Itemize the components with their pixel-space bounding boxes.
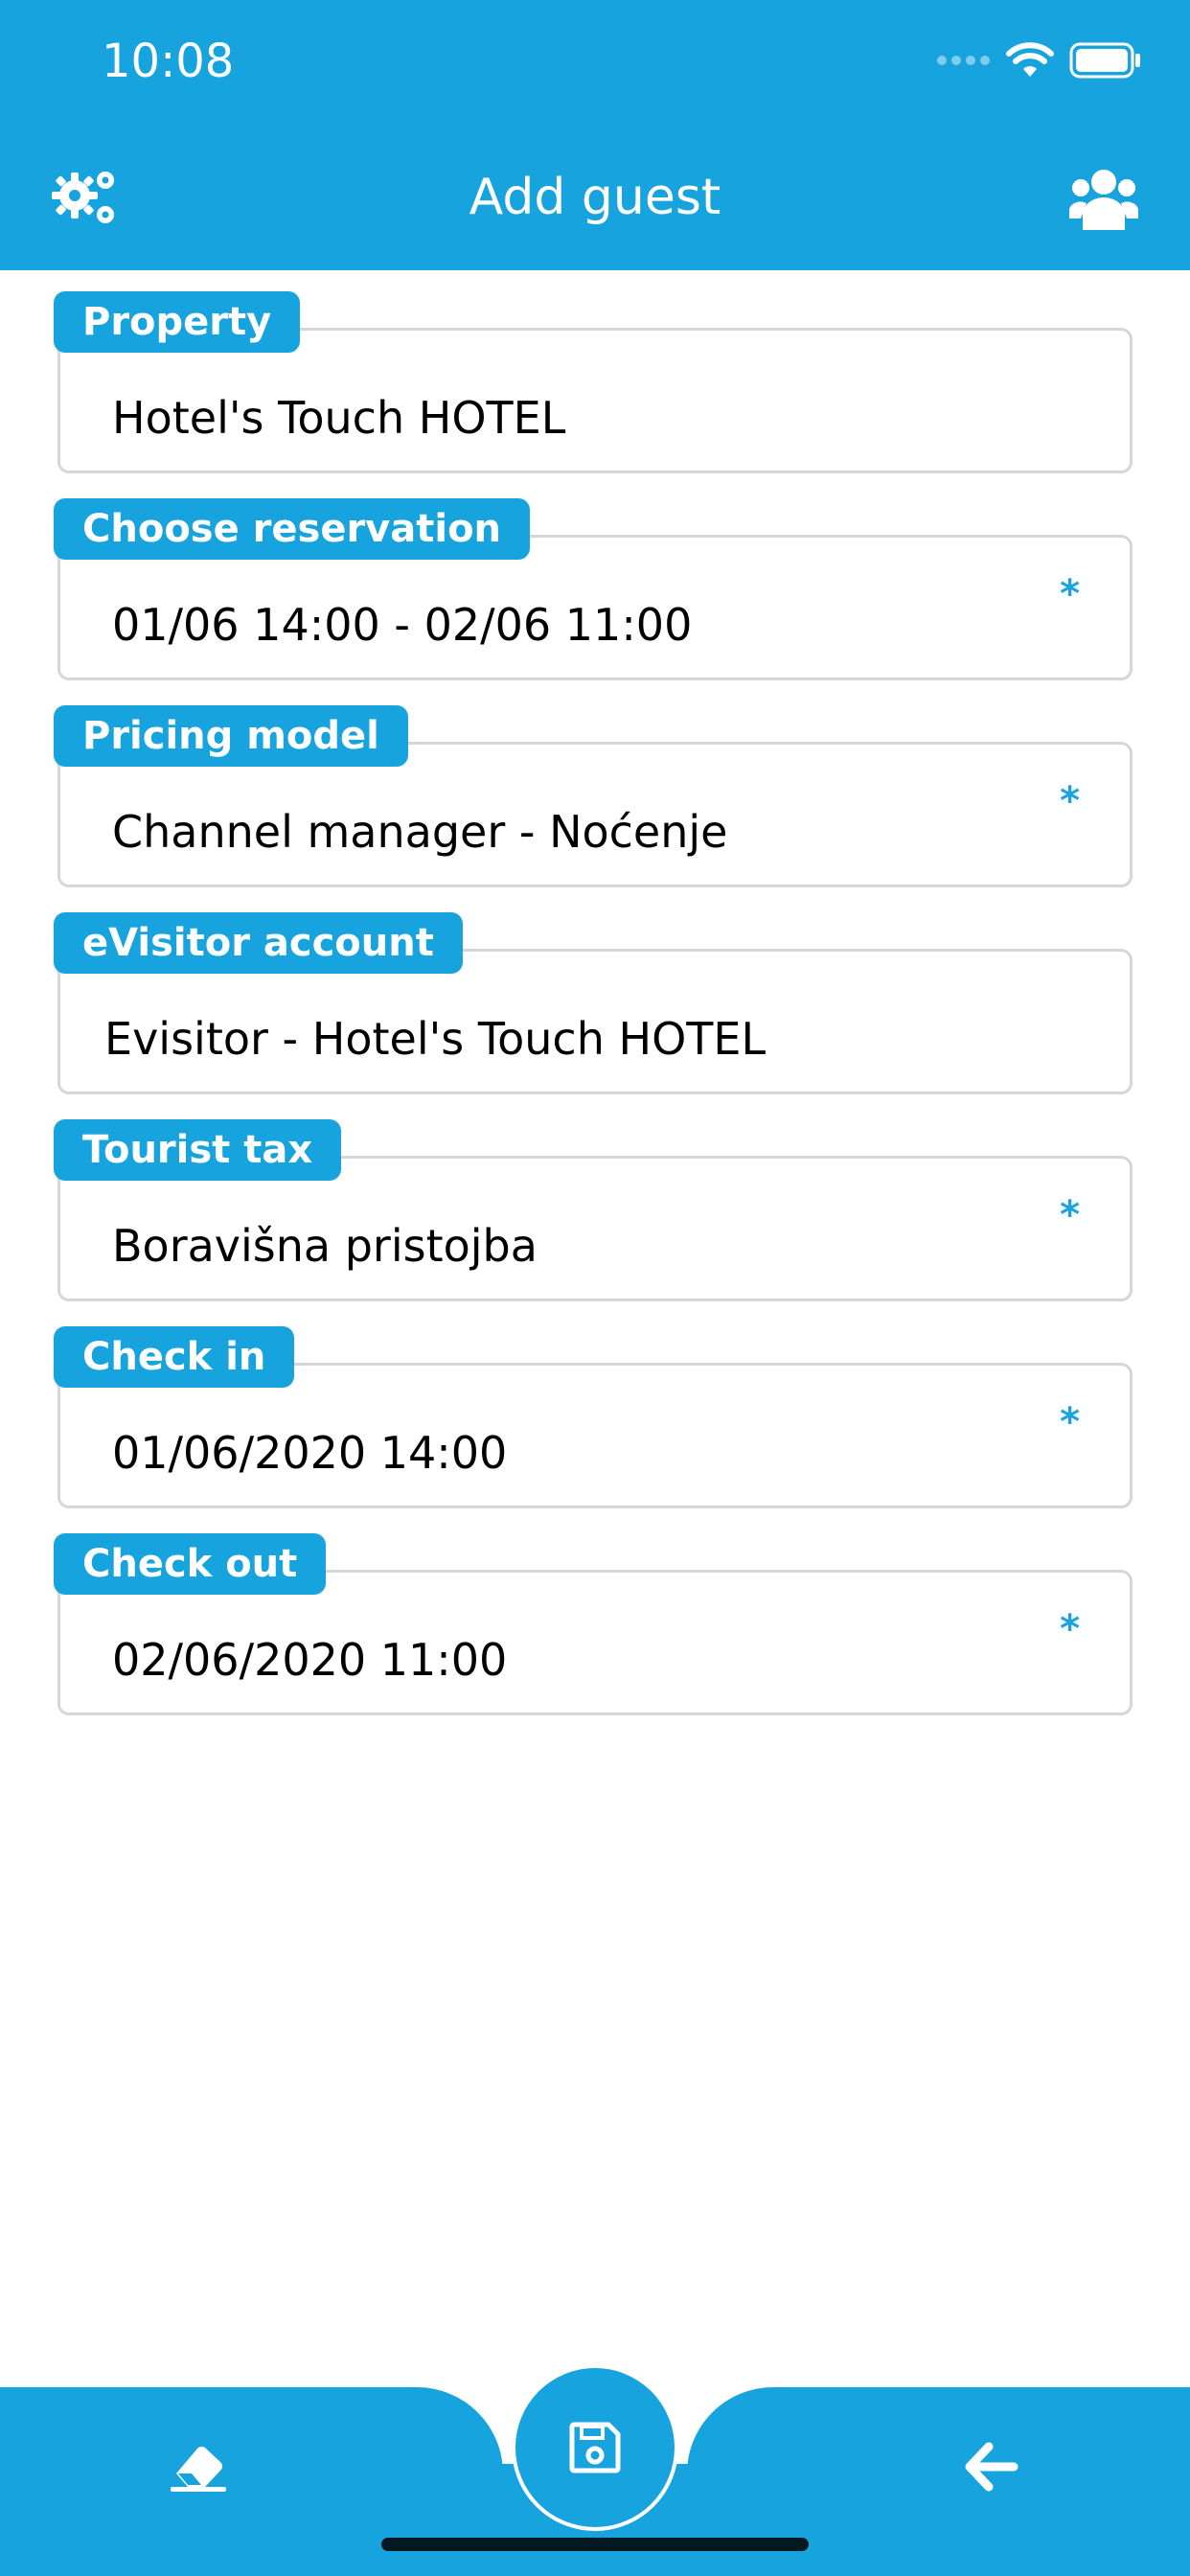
eraser-icon[interactable] [169, 2441, 228, 2496]
wifi-icon [1006, 42, 1054, 77]
field-label: Check out [54, 1533, 327, 1595]
field-value: Channel manager - Noćenje [112, 806, 728, 858]
required-marker: * [1060, 1400, 1080, 1444]
field-evisitor-account: Evisitor - Hotel's Touch HOTEL eVisitor … [54, 912, 1133, 1119]
header-bar: 10:08 Add guest [0, 0, 1190, 270]
field-label: Choose reservation [54, 498, 531, 560]
field-tourist-tax: Boravišna pristojba * Tourist tax [54, 1119, 1133, 1326]
required-marker: * [1060, 1607, 1080, 1651]
battery-icon [1069, 42, 1140, 79]
home-indicator [381, 2538, 809, 2551]
field-property: Hotel's Touch HOTEL Property [54, 291, 1133, 498]
field-value: 02/06/2020 11:00 [112, 1634, 508, 1686]
field-value: 01/06 14:00 - 02/06 11:00 [112, 599, 693, 651]
field-value: Boravišna pristojba [112, 1220, 538, 1272]
field-value: Evisitor - Hotel's Touch HOTEL [104, 1013, 767, 1065]
arrow-left-icon[interactable] [962, 2441, 1019, 2496]
status-time: 10:08 [102, 34, 235, 88]
field-check-in: 01/06/2020 14:00 * Check in [54, 1326, 1133, 1533]
field-value: Hotel's Touch HOTEL [112, 392, 566, 444]
page-title: Add guest [469, 169, 721, 226]
save-icon [569, 2422, 621, 2473]
users-group-icon[interactable] [1069, 167, 1138, 230]
field-pricing-model: Channel manager - Noćenje * Pricing mode… [54, 705, 1133, 912]
cellular-signal-icon [937, 56, 990, 65]
field-label: eVisitor account [54, 912, 463, 974]
field-choose-reservation: 01/06 14:00 - 02/06 11:00 * Choose reser… [54, 498, 1133, 705]
field-label: Check in [54, 1326, 295, 1388]
field-check-out: 02/06/2020 11:00 * Check out [54, 1533, 1133, 1740]
field-label: Pricing model [54, 705, 408, 767]
field-label: Property [54, 291, 301, 353]
save-button[interactable] [512, 2364, 678, 2531]
status-icons [937, 42, 1142, 79]
required-marker: * [1060, 779, 1080, 823]
required-marker: * [1060, 1193, 1080, 1237]
required-marker: * [1060, 572, 1080, 616]
field-value: 01/06/2020 14:00 [112, 1427, 508, 1479]
field-label: Tourist tax [54, 1119, 342, 1181]
